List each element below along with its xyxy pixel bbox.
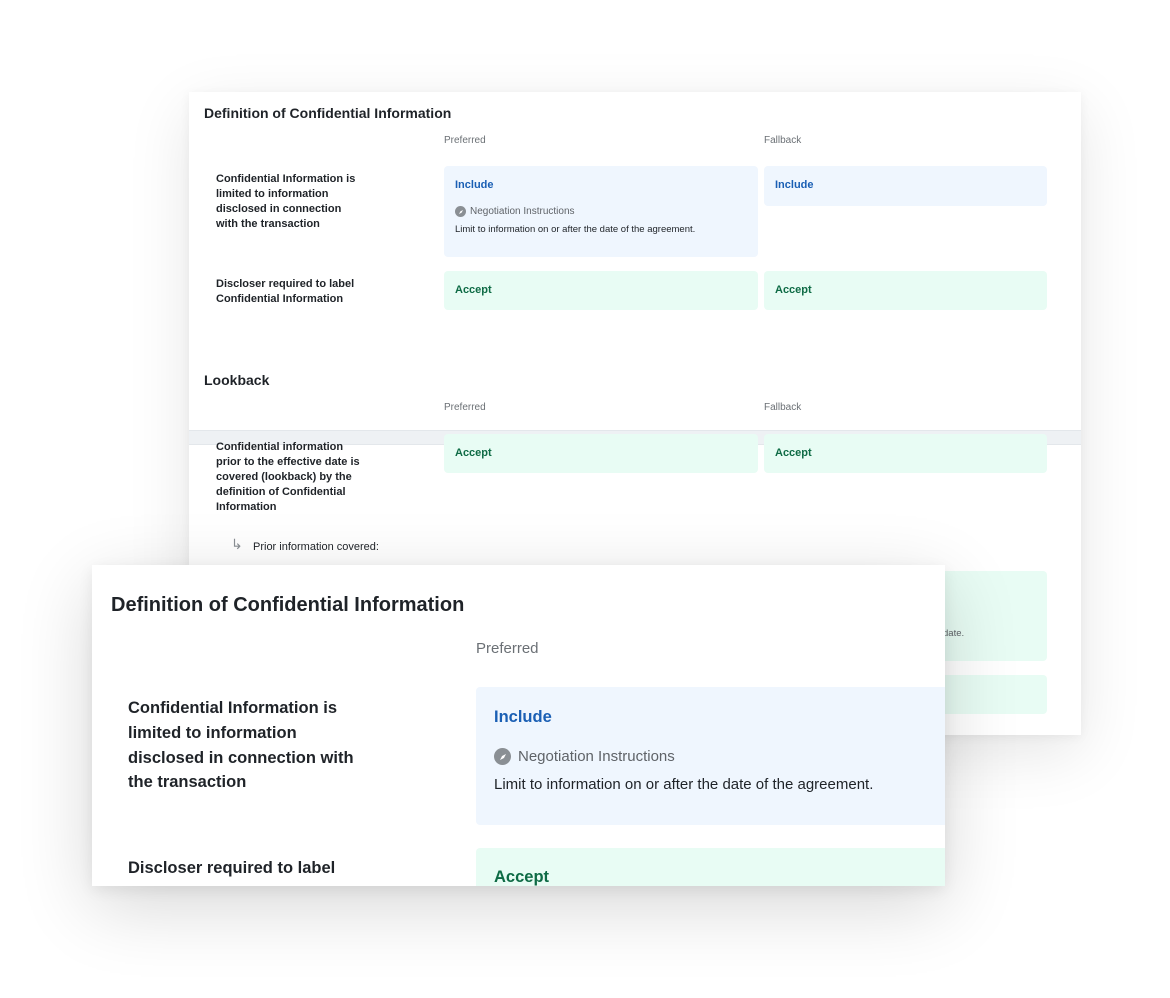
- column-header-preferred: Preferred: [476, 640, 539, 657]
- row-label-lookback: Confidential information prior to the ef…: [216, 441, 360, 513]
- fallback-value-include: Include: [775, 179, 814, 191]
- negotiation-note: Limit to information on or after the dat…: [455, 224, 696, 235]
- preferred-cell-accept[interactable]: Accept: [476, 848, 945, 886]
- preferred-value-accept: Accept: [455, 447, 492, 459]
- row-label-discloser-label: Discloser required to label Confidential…: [216, 278, 355, 305]
- fallback-value-accept: Accept: [775, 447, 812, 459]
- negotiation-instructions: Negotiation Instructions: [494, 748, 675, 765]
- row-label-limited-info: Confidential Information is limited to i…: [128, 699, 354, 792]
- section-title-definition: Definition of Confidential Information: [204, 105, 452, 121]
- column-header-fallback: Fallback: [764, 402, 802, 413]
- preferred-value-include: Include: [455, 179, 494, 191]
- compass-icon: [455, 206, 466, 217]
- fallback-cell-accept[interactable]: Accept: [764, 434, 1047, 473]
- fallback-cell-accept[interactable]: Accept: [764, 271, 1047, 310]
- preferred-cell-include[interactable]: Include Negotiation Instructions Limit t…: [444, 166, 758, 257]
- preferred-value-accept: Accept: [494, 868, 550, 886]
- column-header-fallback: Fallback: [764, 135, 802, 146]
- sub-row-label: Prior information covered:: [253, 541, 379, 553]
- preferred-value-accept: Accept: [455, 284, 492, 296]
- preferred-cell-include[interactable]: Include Negotiation Instructions Limit t…: [476, 687, 945, 825]
- arrow-return-icon: ↳: [231, 536, 243, 552]
- preferred-value-include: Include: [494, 708, 552, 726]
- fallback-value-accept: Accept: [775, 284, 812, 296]
- playbook-panel-zoomed: Definition of Confidential Information P…: [92, 565, 945, 886]
- negotiation-note: Limit to information on or after the dat…: [494, 776, 874, 793]
- row-label-discloser-label: Discloser required to label Confidential…: [128, 859, 336, 886]
- compass-icon: [494, 748, 511, 765]
- section-title-lookback: Lookback: [204, 372, 270, 388]
- preferred-cell-accept[interactable]: Accept: [444, 434, 758, 473]
- preferred-cell-accept[interactable]: Accept: [444, 271, 758, 310]
- negotiation-instructions: Negotiation Instructions: [455, 206, 575, 217]
- negotiation-label: Negotiation Instructions: [470, 206, 575, 217]
- fallback-note-fragment: date.: [943, 628, 965, 639]
- row-label-limited-info: Confidential Information is limited to i…: [216, 173, 356, 230]
- fallback-cell-include[interactable]: Include: [764, 166, 1047, 206]
- column-header-preferred: Preferred: [444, 402, 486, 413]
- negotiation-label: Negotiation Instructions: [518, 748, 675, 765]
- section-title-definition: Definition of Confidential Information: [111, 594, 465, 616]
- column-header-preferred: Preferred: [444, 135, 486, 146]
